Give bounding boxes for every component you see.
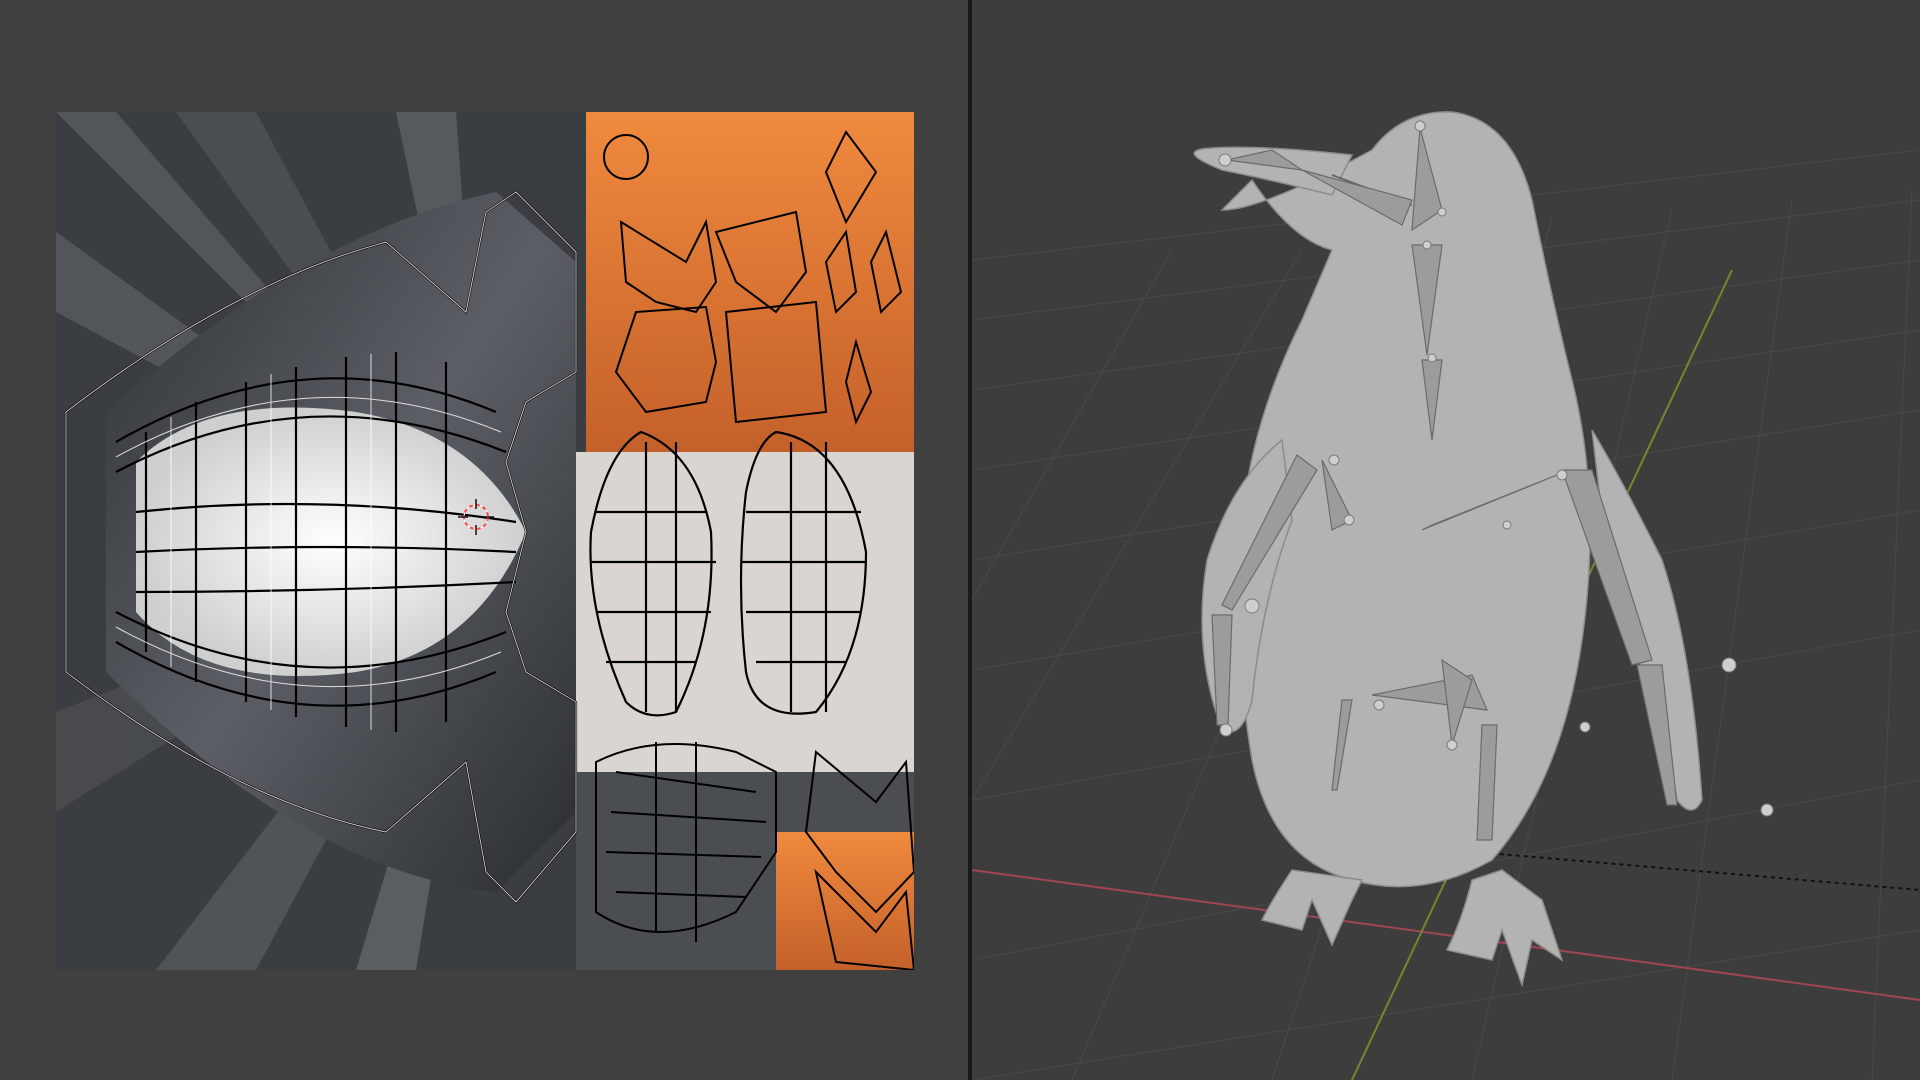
uv-layout [56,112,914,970]
uv-editor-area[interactable] [0,0,968,1080]
penguin-mesh [1193,111,1703,988]
uv-texture-canvas[interactable] [56,112,914,970]
3d-viewport[interactable] [972,0,1920,1080]
viewport-scene [972,111,1920,1080]
texture-orange-top [586,112,914,452]
